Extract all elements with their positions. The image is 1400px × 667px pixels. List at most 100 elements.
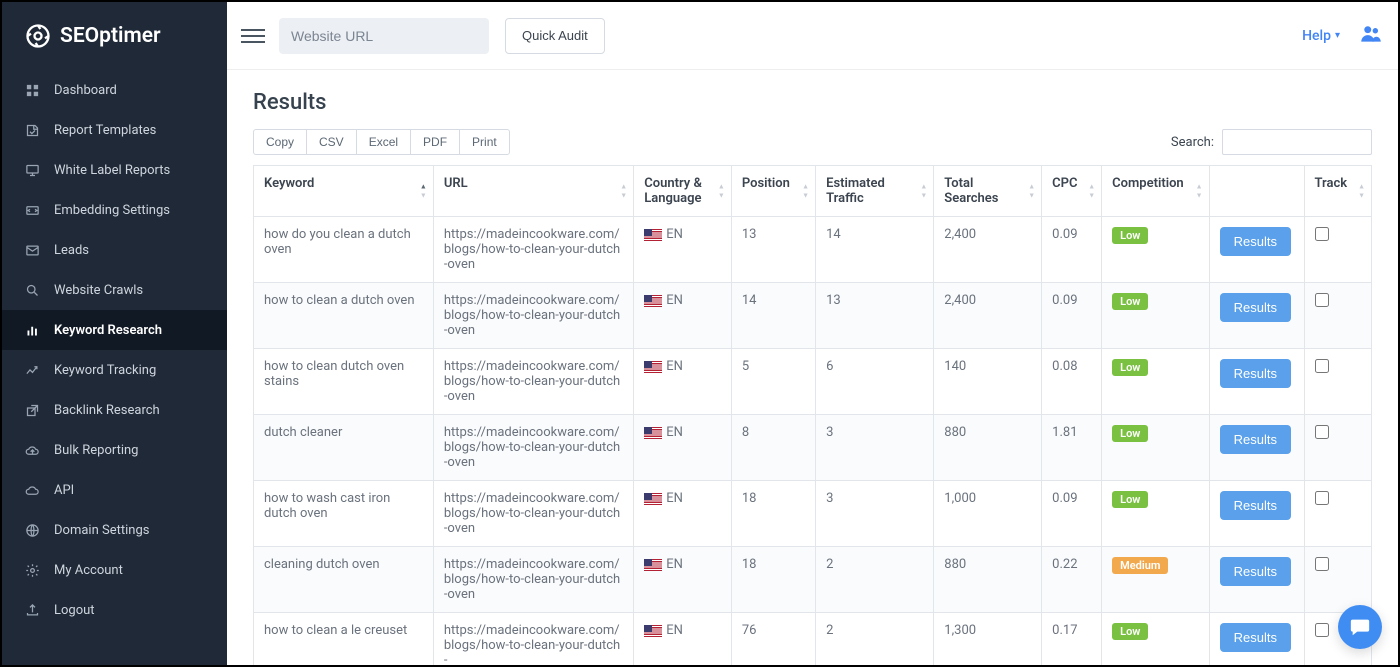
sidebar-item-label: My Account xyxy=(54,563,123,578)
sidebar-item-label: Domain Settings xyxy=(54,523,149,538)
team-icon[interactable] xyxy=(1358,21,1384,51)
cell-position: 18 xyxy=(731,481,815,547)
cell-estimated: 13 xyxy=(816,283,934,349)
mail-icon xyxy=(24,242,40,258)
cell-results: Results xyxy=(1209,349,1304,415)
results-button[interactable]: Results xyxy=(1220,491,1291,520)
sidebar-item-white-label-reports[interactable]: White Label Reports xyxy=(2,150,227,190)
cell-keyword: cleaning dutch oven xyxy=(254,547,434,613)
sidebar-item-dashboard[interactable]: Dashboard xyxy=(2,70,227,110)
cloud-upload-icon xyxy=(24,442,40,458)
flag-us-icon xyxy=(644,229,662,241)
cell-competition: Low xyxy=(1102,283,1209,349)
cell-estimated: 2 xyxy=(816,613,934,666)
competition-badge: Low xyxy=(1112,359,1148,376)
gear-icon xyxy=(24,562,40,578)
results-button[interactable]: Results xyxy=(1220,425,1291,454)
cell-url: https://madeincookware.com/blogs/how-to-… xyxy=(433,613,633,666)
col-track[interactable]: Track xyxy=(1304,166,1372,217)
cell-total: 1,000 xyxy=(934,481,1042,547)
track-checkbox[interactable] xyxy=(1315,557,1329,571)
cell-keyword: how do you clean a dutch oven xyxy=(254,217,434,283)
sidebar-item-keyword-tracking[interactable]: Keyword Tracking xyxy=(2,350,227,390)
col-keyword[interactable]: Keyword xyxy=(254,166,434,217)
flag-us-icon xyxy=(644,361,662,373)
cell-total: 880 xyxy=(934,547,1042,613)
help-dropdown[interactable]: Help xyxy=(1302,28,1340,44)
sidebar-item-report-templates[interactable]: Report Templates xyxy=(2,110,227,150)
cell-position: 8 xyxy=(731,415,815,481)
hamburger-menu-icon[interactable] xyxy=(241,24,265,48)
table-row: how to clean a dutch ovenhttps://madeinc… xyxy=(254,283,1372,349)
track-checkbox[interactable] xyxy=(1315,359,1329,373)
cell-country: EN xyxy=(634,349,732,415)
cell-keyword: how to clean a dutch oven xyxy=(254,283,434,349)
export-excel-button[interactable]: Excel xyxy=(356,129,411,155)
cell-results: Results xyxy=(1209,283,1304,349)
cell-cpc: 0.09 xyxy=(1042,217,1102,283)
flag-us-icon xyxy=(644,427,662,439)
sidebar-item-embedding-settings[interactable]: Embedding Settings xyxy=(2,190,227,230)
cell-total: 2,400 xyxy=(934,217,1042,283)
col-competition[interactable]: Competition xyxy=(1102,166,1209,217)
sidebar-item-label: Keyword Tracking xyxy=(54,363,156,378)
export-pdf-button[interactable]: PDF xyxy=(410,129,460,155)
sidebar-item-website-crawls[interactable]: Website Crawls xyxy=(2,270,227,310)
track-checkbox[interactable] xyxy=(1315,623,1329,637)
export-print-button[interactable]: Print xyxy=(459,129,510,155)
cell-position: 13 xyxy=(731,217,815,283)
col-url[interactable]: URL xyxy=(433,166,633,217)
track-checkbox[interactable] xyxy=(1315,425,1329,439)
upload-icon xyxy=(24,602,40,618)
sidebar-item-bulk-reporting[interactable]: Bulk Reporting xyxy=(2,430,227,470)
results-button[interactable]: Results xyxy=(1220,227,1291,256)
competition-badge: Low xyxy=(1112,425,1148,442)
col-cpc[interactable]: CPC xyxy=(1042,166,1102,217)
cell-track xyxy=(1304,217,1372,283)
col-estimated[interactable]: Estimated Traffic xyxy=(816,166,934,217)
search-input[interactable] xyxy=(1222,129,1372,155)
trend-icon xyxy=(24,362,40,378)
track-checkbox[interactable] xyxy=(1315,491,1329,505)
results-button[interactable]: Results xyxy=(1220,359,1291,388)
sidebar-item-domain-settings[interactable]: Domain Settings xyxy=(2,510,227,550)
col-country[interactable]: Country & Language xyxy=(634,166,732,217)
cell-competition: Low xyxy=(1102,415,1209,481)
cell-country: EN xyxy=(634,283,732,349)
topbar: Quick Audit Help xyxy=(227,2,1398,70)
results-button[interactable]: Results xyxy=(1220,623,1291,652)
cell-estimated: 14 xyxy=(816,217,934,283)
sidebar-item-keyword-research[interactable]: Keyword Research xyxy=(2,310,227,350)
col-total[interactable]: Total Searches xyxy=(934,166,1042,217)
cloud-icon xyxy=(24,482,40,498)
sidebar-item-api[interactable]: API xyxy=(2,470,227,510)
globe-icon xyxy=(24,522,40,538)
results-button[interactable]: Results xyxy=(1220,557,1291,586)
export-copy-button[interactable]: Copy xyxy=(253,129,307,155)
col-position[interactable]: Position xyxy=(731,166,815,217)
table-row: how do you clean a dutch ovenhttps://mad… xyxy=(254,217,1372,283)
cell-cpc: 0.08 xyxy=(1042,349,1102,415)
sidebar-item-leads[interactable]: Leads xyxy=(2,230,227,270)
sidebar: SEOptimer DashboardReport TemplatesWhite… xyxy=(2,2,227,665)
sidebar-item-label: Embedding Settings xyxy=(54,203,170,218)
track-checkbox[interactable] xyxy=(1315,293,1329,307)
export-csv-button[interactable]: CSV xyxy=(306,129,357,155)
cell-url: https://madeincookware.com/blogs/how-to-… xyxy=(433,283,633,349)
sidebar-item-logout[interactable]: Logout xyxy=(2,590,227,630)
quick-audit-button[interactable]: Quick Audit xyxy=(505,18,605,54)
sidebar-item-my-account[interactable]: My Account xyxy=(2,550,227,590)
cell-cpc: 0.17 xyxy=(1042,613,1102,666)
results-button[interactable]: Results xyxy=(1220,293,1291,322)
cell-results: Results xyxy=(1209,547,1304,613)
chat-widget[interactable] xyxy=(1338,605,1382,649)
cell-competition: Low xyxy=(1102,217,1209,283)
cell-keyword: how to wash cast iron dutch oven xyxy=(254,481,434,547)
url-input[interactable] xyxy=(279,18,489,54)
report-icon xyxy=(24,122,40,138)
cell-country: EN xyxy=(634,415,732,481)
sidebar-item-backlink-research[interactable]: Backlink Research xyxy=(2,390,227,430)
track-checkbox[interactable] xyxy=(1315,227,1329,241)
cell-keyword: how to clean a le creuset xyxy=(254,613,434,666)
cell-position: 76 xyxy=(731,613,815,666)
